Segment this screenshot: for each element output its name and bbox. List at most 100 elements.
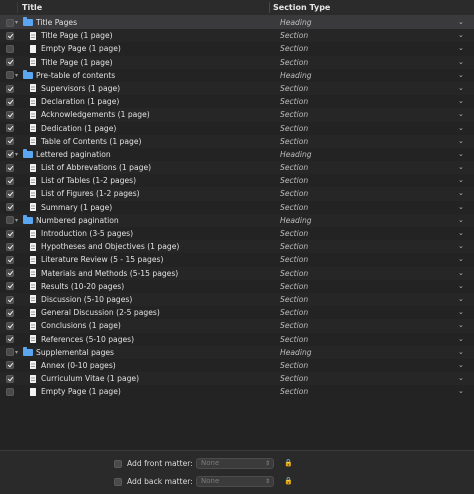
chevron-down-icon[interactable]: ⌄ [458,227,464,240]
chevron-down-icon[interactable]: ⌄ [458,267,464,280]
section-type-select[interactable]: Heading [280,69,312,82]
section-type-select[interactable]: Section [280,56,308,69]
chevron-down-icon[interactable]: ⌄ [458,346,464,359]
chevron-down-icon[interactable]: ⌄ [458,174,464,187]
section-type-select[interactable]: Section [280,372,308,385]
section-row[interactable]: Conclusions (1 page) Section ⌄ [0,319,474,333]
lock-icon[interactable]: 🔒 [284,459,293,467]
section-type-select[interactable]: Heading [280,148,312,161]
section-row[interactable]: Supervisors (1 page) Section ⌄ [0,81,474,96]
section-type-select[interactable]: Section [280,29,308,42]
section-row[interactable]: Acknowledgements (1 page) Section ⌄ [0,108,474,122]
back-matter-checkbox[interactable] [114,478,122,486]
section-type-select[interactable]: Section [280,359,308,372]
section-type-select[interactable]: Section [280,161,308,174]
section-type-select[interactable]: Section [280,201,308,214]
section-type-select[interactable]: Section [280,108,308,121]
heading-row[interactable]: ▾ Supplemental pages Heading ⌄ [0,345,474,359]
chevron-down-icon[interactable]: ⌄ [458,161,464,174]
chevron-down-icon[interactable]: ⌄ [458,16,464,29]
section-type-select[interactable]: Section [280,82,308,95]
chevron-down-icon[interactable]: ⌄ [458,293,464,306]
include-checkbox[interactable] [6,176,14,185]
include-checkbox[interactable] [6,124,14,133]
section-type-select[interactable]: Section [280,253,308,266]
section-type-select[interactable]: Section [280,280,308,293]
chevron-down-icon[interactable]: ⌄ [458,122,464,135]
column-header-title[interactable]: Title [22,3,42,12]
include-checkbox[interactable] [6,269,14,278]
section-row[interactable]: Literature Review (5 - 15 pages) Section ⌄ [0,253,474,266]
section-type-select[interactable]: Section [280,227,308,240]
include-checkbox[interactable] [6,84,14,93]
section-row[interactable]: List of Tables (1-2 pages) Section ⌄ [0,174,474,187]
section-row[interactable]: Table of Contents (1 page) Section ⌄ [0,134,474,148]
include-checkbox[interactable] [6,374,14,383]
chevron-down-icon[interactable]: ⌄ [458,135,464,148]
section-type-select[interactable]: Section [280,333,308,346]
section-type-select[interactable]: Heading [280,214,312,227]
section-row[interactable]: Title Page (1 page) Section ⌄ [0,55,474,69]
section-row[interactable]: Empty Page (1 page) Section ⌄ [0,385,474,398]
chevron-down-icon[interactable]: ⌄ [458,42,464,55]
chevron-down-icon[interactable]: ⌄ [458,187,464,200]
include-checkbox[interactable] [6,282,14,291]
chevron-down-icon[interactable]: ⌄ [458,29,464,42]
include-checkbox[interactable] [6,216,14,225]
chevron-down-icon[interactable]: ⌄ [458,95,464,108]
include-checkbox[interactable] [6,308,14,317]
section-row[interactable]: Title Page (1 page) Section ⌄ [0,29,474,43]
include-checkbox[interactable] [6,97,14,106]
include-checkbox[interactable] [6,163,14,172]
section-row[interactable]: List of Abbrevations (1 page) Section ⌄ [0,161,474,175]
section-type-select[interactable]: Heading [280,16,312,29]
include-checkbox[interactable] [6,110,14,119]
section-row[interactable]: List of Figures (1-2 pages) Section ⌄ [0,187,474,201]
section-type-select[interactable]: Section [280,135,308,148]
column-divider[interactable] [269,2,270,13]
column-header-section-type[interactable]: Section Type [273,3,330,12]
section-row[interactable]: General Discussion (2-5 pages) Section ⌄ [0,306,474,319]
include-checkbox[interactable] [6,44,14,53]
disclosure-triangle-icon[interactable]: ▾ [15,346,21,359]
section-type-select[interactable]: Section [280,122,308,135]
include-checkbox[interactable] [6,321,14,330]
section-row[interactable]: Dedication (1 page) Section ⌄ [0,122,474,135]
section-type-select[interactable]: Section [280,293,308,306]
section-row[interactable]: Introduction (3-5 pages) Section ⌄ [0,227,474,240]
section-row[interactable]: Materials and Methods (5-15 pages) Sectio… [0,266,474,280]
section-type-select[interactable]: Section [280,306,308,319]
include-checkbox[interactable] [6,18,14,27]
chevron-down-icon[interactable]: ⌄ [458,214,464,227]
chevron-down-icon[interactable]: ⌄ [458,359,464,372]
chevron-down-icon[interactable]: ⌄ [458,82,464,95]
include-checkbox[interactable] [6,387,14,396]
section-row[interactable]: Declaration (1 page) Section ⌄ [0,95,474,108]
section-row[interactable]: Curriculum Vitae (1 page) Section ⌄ [0,372,474,386]
chevron-down-icon[interactable]: ⌄ [458,108,464,121]
include-checkbox[interactable] [6,150,14,159]
disclosure-triangle-icon[interactable]: ▾ [15,148,21,161]
include-checkbox[interactable] [6,190,14,199]
section-type-select[interactable]: Section [280,385,308,398]
heading-row[interactable]: ▾ Pre-table of contents Heading ⌄ [0,69,474,82]
include-checkbox[interactable] [6,335,14,344]
include-checkbox[interactable] [6,58,14,67]
chevron-down-icon[interactable]: ⌄ [458,372,464,385]
chevron-down-icon[interactable]: ⌄ [458,333,464,346]
section-type-select[interactable]: Section [280,187,308,200]
section-row[interactable]: Discussion (5-10 pages) Section ⌄ [0,292,474,307]
section-row[interactable]: Annex (0-10 pages) Section ⌄ [0,359,474,372]
section-type-select[interactable]: Section [280,319,308,332]
include-checkbox[interactable] [6,137,14,146]
front-matter-select[interactable]: None ⇕ [196,458,274,469]
section-row[interactable]: Results (10-20 pages) Section ⌄ [0,280,474,293]
section-row[interactable]: Summary (1 page) Section ⌄ [0,201,474,214]
section-row[interactable]: Empty Page (1 page) Section ⌄ [0,42,474,55]
front-matter-checkbox[interactable] [114,460,122,468]
chevron-down-icon[interactable]: ⌄ [458,56,464,69]
chevron-down-icon[interactable]: ⌄ [458,253,464,266]
heading-row[interactable]: ▾ Numbered pagination Heading ⌄ [0,213,474,227]
include-checkbox[interactable] [6,295,14,304]
disclosure-triangle-icon[interactable]: ▾ [15,69,21,82]
